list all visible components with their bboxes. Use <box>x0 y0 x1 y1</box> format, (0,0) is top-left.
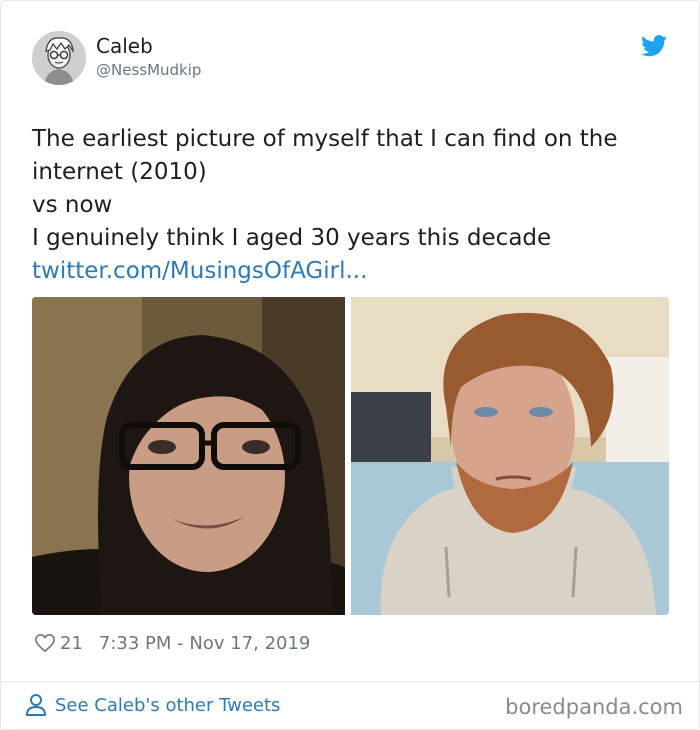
tweet-text-line: The earliest picture of myself that I ca… <box>32 126 618 152</box>
photo-2019[interactable] <box>351 297 669 615</box>
author-name[interactable]: Caleb <box>96 34 153 58</box>
photo-2019-image <box>351 297 669 615</box>
tweet-text-line: internet (2010) <box>32 159 207 185</box>
photo-2010-image <box>32 297 345 615</box>
author-handle[interactable]: @NessMudkip <box>96 61 201 79</box>
tweet-link[interactable]: twitter.com/MusingsOfAGirl... <box>32 255 672 288</box>
boredpanda-watermark: boredpanda.com <box>505 695 683 719</box>
tweet-card: Caleb @NessMudkip The earliest picture o… <box>0 0 700 730</box>
tweet-text-line: I genuinely think I aged 30 years this d… <box>32 225 552 251</box>
tweet-meta: 21 7:33 PM - Nov 17, 2019 <box>34 630 310 656</box>
tweet-text-line: vs now <box>32 192 113 218</box>
avatar-image <box>32 31 86 85</box>
see-other-tweets-link[interactable]: See Caleb's other Tweets <box>25 693 280 717</box>
tweet-text: The earliest picture of myself that I ca… <box>32 123 672 288</box>
photo-2010[interactable] <box>32 297 345 615</box>
author-avatar[interactable] <box>32 31 86 85</box>
see-other-tweets-label: See Caleb's other Tweets <box>55 694 281 716</box>
like-count[interactable]: 21 <box>60 633 83 654</box>
footer-divider <box>1 681 699 682</box>
twitter-bird-icon[interactable] <box>641 35 667 57</box>
tweet-timestamp[interactable]: 7:33 PM - Nov 17, 2019 <box>99 633 310 654</box>
person-icon <box>25 694 47 716</box>
heart-icon[interactable] <box>34 633 56 653</box>
tweet-media[interactable] <box>32 297 669 615</box>
tweet-header: Caleb @NessMudkip <box>32 31 672 87</box>
